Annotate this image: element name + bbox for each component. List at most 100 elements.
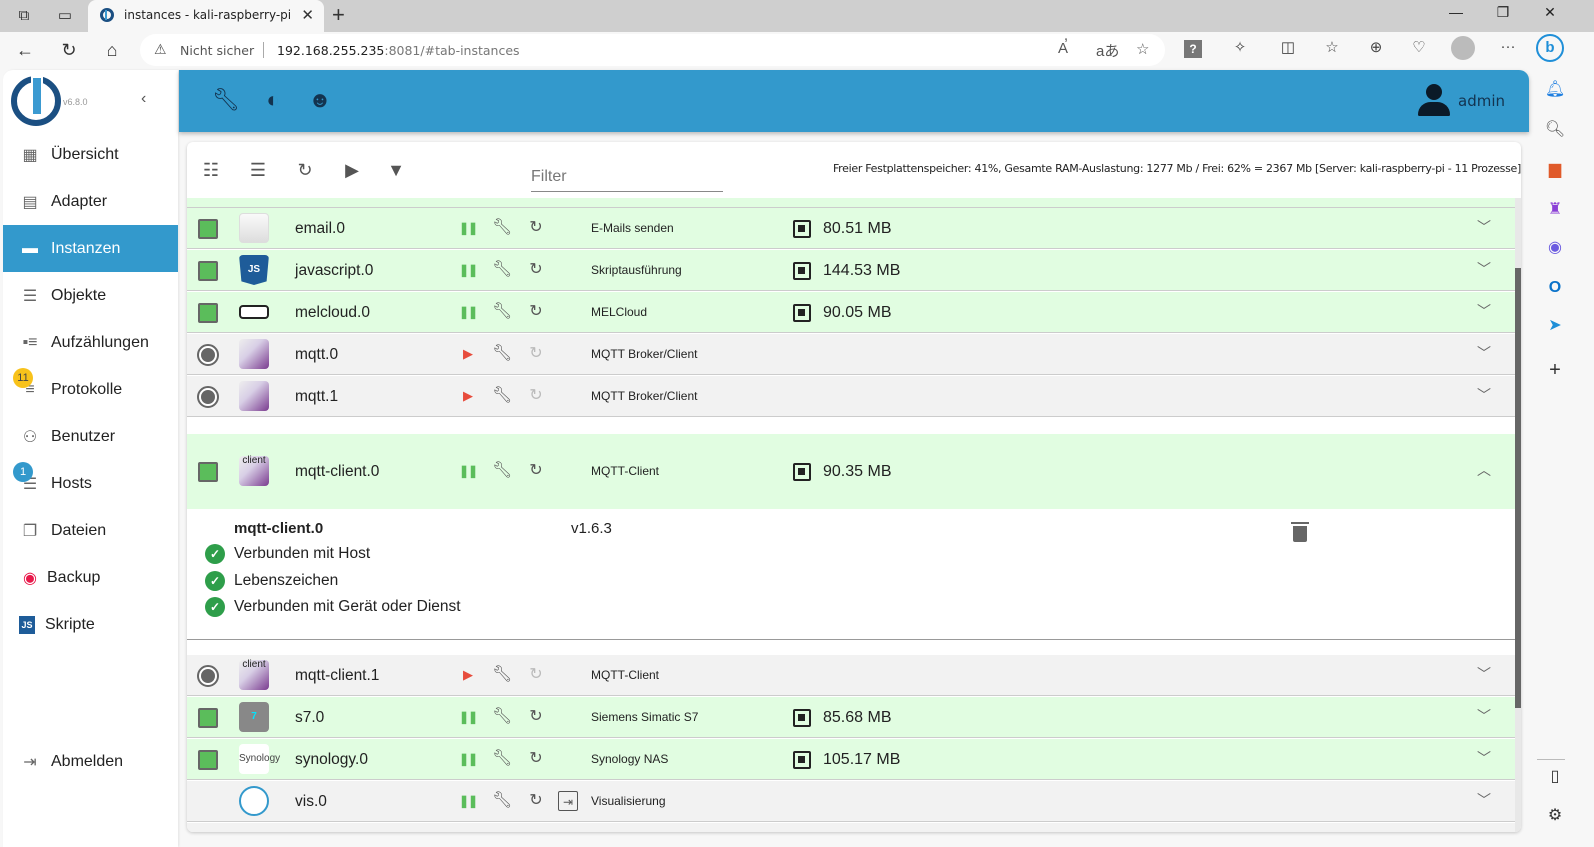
theme-toggle-icon[interactable]: ◐ [259,86,287,114]
sidebar-item-skripte[interactable]: JS Skripte [3,601,178,648]
browser-essentials-icon[interactable]: ♡ [1407,38,1431,56]
security-label[interactable]: Nicht sicher [180,43,254,58]
sidebar-item-objekte[interactable]: ☰ Objekte [3,272,178,319]
extension-help-icon[interactable]: ? [1184,40,1202,58]
browser-tab[interactable]: instances - kali-raspberry-pi ✕ [88,0,324,32]
url-text[interactable]: 192.168.255.235:8081/#tab-instances [277,43,520,58]
tools-icon[interactable]: ▆ [1543,158,1567,182]
more-menu-icon[interactable]: ··· [1496,38,1520,55]
translate-icon[interactable]: aあ [1096,40,1119,61]
settings-wrench-icon[interactable]: 🔧︎ [492,749,512,769]
table-row[interactable]: JS javascript.0 ❚❚ 🔧︎ ↻ Skriptausführung 144.5… [187,250,1515,291]
favorites-icon[interactable]: ☆ [1320,38,1344,56]
read-aloud-icon[interactable]: A̕ [1058,40,1068,57]
disabled-radio[interactable] [197,665,219,687]
workspaces-icon[interactable]: ⧉ [14,6,34,26]
new-tab-button[interactable]: + [332,2,345,28]
table-row[interactable]: email.0 ❚❚ 🔧︎ ↻ E-Mails senden 80.51 MB ﹀ [187,208,1515,249]
sidebar-item-dateien[interactable]: ❐ Dateien [3,507,178,554]
enabled-checkbox[interactable] [198,708,218,728]
expand-row-icon[interactable]: ﹀ [1477,343,1491,363]
restore-button[interactable]: ❐ [1488,4,1518,21]
pause-icon[interactable]: ❚❚ [458,302,478,322]
hide-sidebar-icon[interactable]: ▯ [1543,765,1567,789]
scrollbar[interactable] [1515,198,1521,832]
sidebar-item-backup[interactable]: ◉ Backup [3,554,178,601]
collapse-row-icon[interactable]: ︿ [1477,460,1491,480]
wrench-icon[interactable]: 🔧︎ [212,86,240,114]
split-screen-icon[interactable]: ◫ [1276,38,1300,56]
outlook-icon[interactable]: O [1543,276,1567,300]
pause-icon[interactable]: ❚❚ [458,791,478,811]
restart-icon[interactable]: ↻ [526,707,546,727]
disabled-radio[interactable] [197,386,219,408]
enabled-checkbox[interactable] [198,750,218,770]
expand-row-icon[interactable]: ﹀ [1477,301,1491,321]
sidebar-item-protokolle[interactable]: ≡ 11 Protokolle [3,366,178,413]
profile-avatar[interactable] [1451,36,1475,60]
sidebar-item-hosts[interactable]: ☰ 1 Hosts [3,460,178,507]
drop-icon[interactable]: ➤ [1543,314,1567,338]
settings-wrench-icon[interactable]: 🔧︎ [492,707,512,727]
settings-wrench-icon[interactable]: 🔧︎ [492,386,512,406]
enabled-checkbox[interactable] [198,462,218,482]
pause-icon[interactable]: ❚❚ [458,218,478,238]
collections-icon[interactable]: ⊕ [1364,38,1388,56]
settings-wrench-icon[interactable]: 🔧︎ [492,791,512,811]
table-row[interactable]: 7 s7.0 ❚❚ 🔧︎ ↻ Siemens Simatic S7 85.68 MB ﹀ [187,697,1515,738]
sidebar-settings-icon[interactable]: ⚙ [1543,804,1567,828]
expand-row-icon[interactable]: ﹀ [1477,217,1491,237]
settings-wrench-icon[interactable]: 🔧︎ [492,302,512,322]
table-row[interactable]: vis.0 ❚❚ 🔧︎ ↻ ⇥ Visualisierung ﹀ [187,781,1515,822]
play-icon[interactable]: ▶ [340,158,364,182]
back-button[interactable]: ← [13,38,37,62]
collapse-sidebar-icon[interactable]: ‹ [141,90,146,108]
open-web-icon[interactable]: ⇥ [558,791,578,811]
sidebar-item-instanzen[interactable]: ▬ Instanzen [3,225,178,272]
restart-icon[interactable]: ↻ [526,461,546,481]
home-button[interactable]: ⌂ [100,38,124,62]
expert-mode-icon[interactable]: ☻ [306,86,334,114]
settings-wrench-icon[interactable]: 🔧︎ [492,461,512,481]
table-row[interactable]: Synology synology.0 ❚❚ 🔧︎ ↻ Synology NAS 105.1… [187,739,1515,780]
settings-wrench-icon[interactable]: 🔧︎ [492,218,512,238]
office-icon[interactable]: ◉ [1543,236,1567,260]
enabled-checkbox[interactable] [198,219,218,239]
window-close-button[interactable]: ✕ [1535,4,1565,21]
add-sidebar-app-icon[interactable]: + [1543,358,1567,382]
expand-row-icon[interactable]: ﹀ [1477,748,1491,768]
expand-row-icon[interactable]: ﹀ [1477,706,1491,726]
play-icon[interactable]: ▶ [458,386,478,406]
tab-close-icon[interactable]: ✕ [301,6,314,24]
play-icon[interactable]: ▶ [458,665,478,685]
expand-all-icon[interactable]: ☷ [199,158,223,182]
iobroker-logo[interactable] [11,76,61,126]
expand-row-icon[interactable]: ﹀ [1477,790,1491,810]
restart-icon[interactable]: ↻ [526,260,546,280]
favorite-star-icon[interactable]: ☆ [1136,40,1149,58]
notifications-icon[interactable]: 🔔︎ [1543,78,1567,102]
expand-row-icon[interactable]: ﹀ [1477,259,1491,279]
play-icon[interactable]: ▶ [458,344,478,364]
extensions-icon[interactable]: ✧ [1228,38,1252,56]
pause-icon[interactable]: ❚❚ [458,260,478,280]
restart-icon[interactable]: ↻ [526,749,546,769]
scrollbar-thumb[interactable] [1515,268,1521,708]
pause-icon[interactable]: ❚❚ [458,749,478,769]
disabled-radio[interactable] [197,344,219,366]
enabled-checkbox[interactable] [198,303,218,323]
restart-icon[interactable]: ↻ [526,302,546,322]
table-row[interactable]: mqtt.1 ▶ 🔧︎ ↻ MQTT Broker/Client ﹀ [187,376,1515,417]
settings-wrench-icon[interactable]: 🔧︎ [492,665,512,685]
tab-actions-icon[interactable]: ▭ [55,6,75,26]
restart-icon[interactable]: ↻ [526,218,546,238]
expand-row-icon[interactable]: ﹀ [1477,385,1491,405]
refresh-icon[interactable]: ↻ [293,158,317,182]
delete-instance-icon[interactable] [1291,522,1309,542]
table-row[interactable]: mqtt.0 ▶ 🔧︎ ↻ MQTT Broker/Client ﹀ [187,334,1515,375]
user-menu[interactable]: admin [1418,84,1505,118]
filter-icon[interactable]: ▼ [384,158,408,182]
bing-copilot-icon[interactable]: b [1536,34,1564,62]
games-icon[interactable]: ♜ [1543,198,1567,222]
logout-button[interactable]: ⇥ Abmelden [3,738,178,785]
